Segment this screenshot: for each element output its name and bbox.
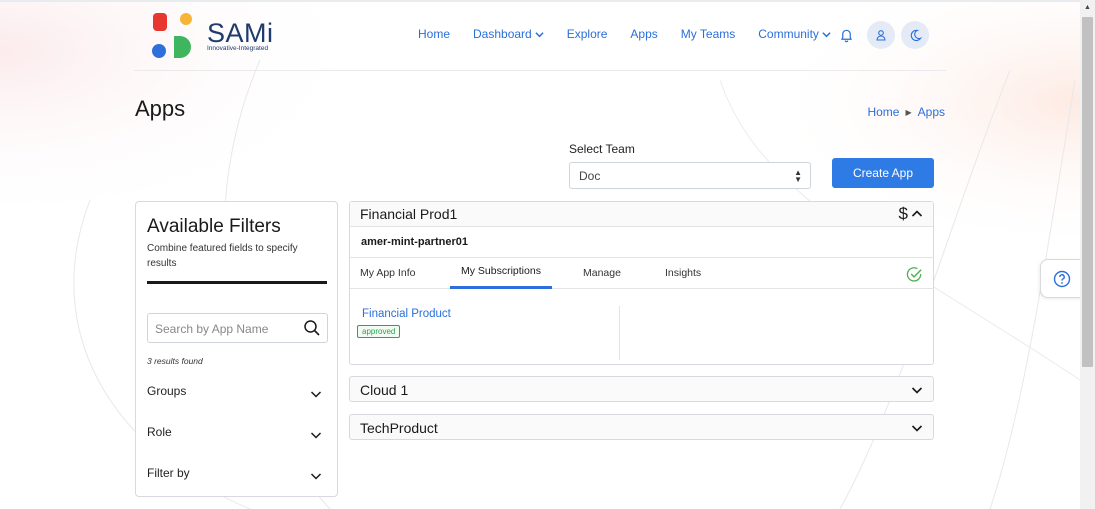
nav-community-label: Community — [758, 27, 819, 41]
nav-dashboard-label: Dashboard — [473, 27, 532, 41]
breadcrumb-home[interactable]: Home — [867, 105, 899, 119]
theme-toggle-button[interactable] — [901, 21, 929, 49]
nav-apps[interactable]: Apps — [630, 27, 657, 41]
subscription-product-link[interactable]: Financial Product — [362, 308, 451, 320]
app-name: TechProduct — [360, 419, 438, 436]
active-tab-indicator — [450, 286, 552, 289]
team-select[interactable]: Doc ▲ ▼ — [569, 162, 811, 189]
tab-my-subscriptions[interactable]: My Subscriptions — [461, 265, 541, 277]
page-title: Apps — [135, 96, 186, 121]
notifications-button[interactable] — [832, 21, 860, 49]
moon-icon — [910, 29, 922, 41]
filters-divider — [147, 281, 327, 284]
filter-role-label: Role — [147, 425, 172, 439]
breadcrumb-separator-icon: ▶ — [905, 107, 912, 117]
app-panel-header[interactable]: Cloud 1 — [350, 377, 933, 402]
app-name: Cloud 1 — [360, 381, 409, 398]
tab-manage[interactable]: Manage — [583, 267, 621, 279]
filter-by-label: Filter by — [147, 466, 190, 480]
user-icon — [876, 30, 886, 41]
profile-button[interactable] — [867, 21, 895, 49]
app-panel-header-icons: $ — [899, 204, 923, 224]
chevron-down-icon — [911, 424, 923, 432]
help-icon — [1053, 270, 1070, 287]
chevron-down-icon — [310, 391, 322, 398]
nav-my-teams-label: My Teams — [680, 27, 736, 41]
bell-icon — [840, 29, 852, 43]
nav-my-teams[interactable]: My Teams — [681, 27, 735, 41]
scroll-up-arrow-icon[interactable]: ▲ — [1080, 0, 1095, 15]
chevron-down-icon — [310, 473, 322, 480]
app-search-placeholder: Search by App Name — [155, 322, 269, 336]
app-panel[interactable]: TechProduct — [349, 414, 934, 440]
filters-title: Available Filters — [147, 216, 281, 237]
app-tabs: My App Info My Subscriptions Manage Insi… — [350, 259, 934, 289]
partner-name: amer-mint-partner01 — [353, 232, 476, 252]
app-panel-header[interactable]: Financial Prod1 $ — [350, 202, 933, 227]
header-actions — [832, 21, 935, 49]
chevron-up-icon[interactable] — [911, 208, 923, 220]
filter-by[interactable]: Filter by — [147, 464, 322, 482]
nav-explore[interactable]: Explore — [567, 27, 608, 41]
results-count: 3 results found — [147, 356, 203, 366]
filters-panel: Available Filters Combine featured field… — [135, 201, 338, 497]
chevron-down-icon — [911, 386, 923, 394]
help-button[interactable] — [1040, 259, 1082, 298]
brand-logo[interactable]: SAMi Innovative-Integrated — [150, 12, 280, 62]
app-panel[interactable]: Cloud 1 — [349, 376, 934, 402]
filter-groups[interactable]: Groups — [147, 382, 322, 400]
status-badge: approved — [357, 325, 401, 338]
create-app-button[interactable]: Create App — [832, 158, 934, 188]
nav-explore-label: Explore — [566, 27, 608, 41]
chevron-down-icon — [822, 31, 831, 37]
sami-logo-icon — [152, 13, 192, 58]
nav-community[interactable]: Community — [758, 27, 831, 41]
team-select-value: Doc — [579, 169, 601, 183]
breadcrumb: Home ▶ Apps — [867, 105, 945, 119]
nav-home-label: Home — [418, 27, 451, 41]
partner-row: amer-mint-partner01 — [350, 229, 934, 258]
tab-my-app-info[interactable]: My App Info — [360, 267, 415, 279]
scroll-thumb[interactable] — [1082, 17, 1093, 367]
chevron-down-icon — [310, 432, 322, 439]
brand-tagline: Innovative-Integrated — [207, 45, 269, 52]
app-name: Financial Prod1 — [360, 206, 458, 222]
breadcrumb-current[interactable]: Apps — [918, 105, 945, 119]
header: SAMi Innovative-Integrated Home Dashboar… — [0, 0, 1080, 71]
main-nav: Home Dashboard Explore Apps My Teams Com… — [418, 27, 854, 41]
dollar-icon: $ — [898, 204, 908, 223]
subscription-divider — [619, 306, 620, 360]
team-select-label: Select Team — [569, 142, 635, 156]
tab-insights[interactable]: Insights — [665, 267, 701, 279]
filters-subtitle: Combine featured fields to specify resul… — [147, 243, 298, 269]
nav-home[interactable]: Home — [418, 27, 450, 41]
filter-role[interactable]: Role — [147, 423, 322, 441]
app-panel-header[interactable]: TechProduct — [350, 415, 933, 440]
check-circle-icon — [906, 267, 922, 282]
app-panel: Financial Prod1 $ amer-mint-partner01 My… — [349, 201, 934, 365]
chevron-down-icon — [535, 31, 544, 37]
nav-dashboard[interactable]: Dashboard — [473, 27, 544, 41]
search-icon[interactable] — [303, 319, 321, 337]
page-scrollbar[interactable]: ▲ — [1080, 0, 1095, 509]
nav-apps-label: Apps — [630, 27, 658, 41]
select-arrows-icon: ▲ ▼ — [794, 168, 802, 184]
header-divider — [134, 70, 946, 71]
app-search-input[interactable]: Search by App Name — [147, 313, 328, 343]
filter-groups-label: Groups — [147, 384, 187, 398]
